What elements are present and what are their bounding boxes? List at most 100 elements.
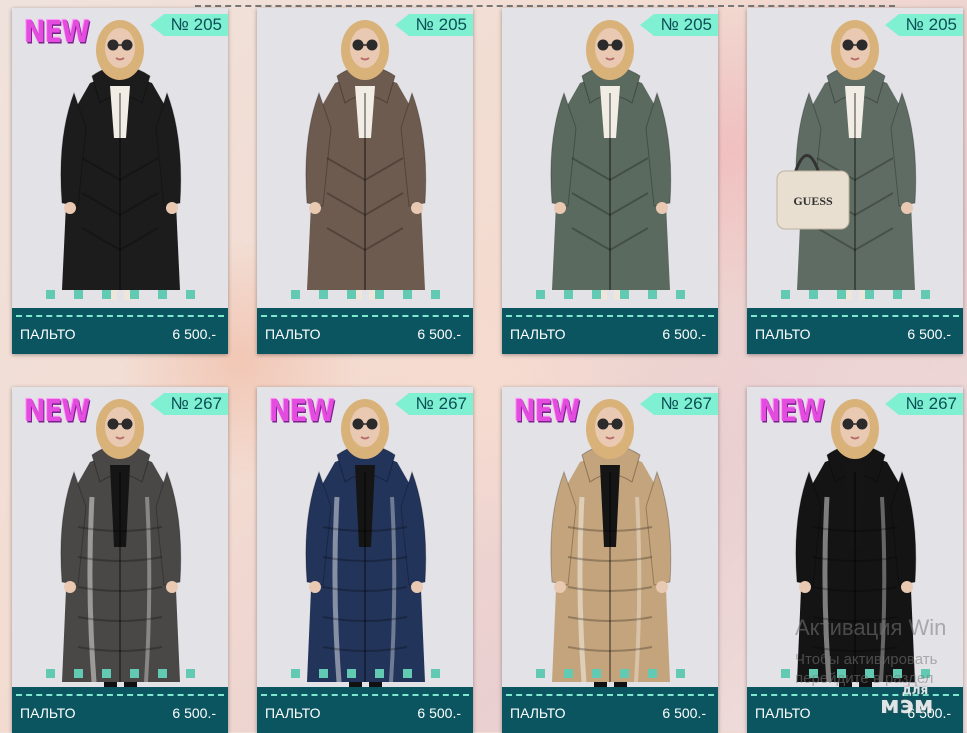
carousel-dot[interactable] <box>920 290 930 299</box>
carousel-dots <box>502 290 718 300</box>
carousel-dot[interactable] <box>675 290 685 299</box>
product-footer: ПАЛЬТО 6 500.- <box>12 687 228 733</box>
site-logo: для мэм <box>880 683 933 719</box>
new-badge: NEW <box>759 394 825 430</box>
carousel-dot[interactable] <box>346 290 356 299</box>
carousel-dot[interactable] <box>563 290 573 299</box>
model-number-badge: № 205 <box>395 14 473 36</box>
product-footer: ПАЛЬТО 6 500.- <box>12 308 228 354</box>
product-footer: ПАЛЬТО 6 500.- <box>257 687 473 733</box>
product-price: 6 500.- <box>417 705 461 721</box>
carousel-dots <box>12 669 228 679</box>
new-badge: NEW <box>514 394 580 430</box>
carousel-dot[interactable] <box>73 290 83 299</box>
carousel-dot[interactable] <box>647 669 657 678</box>
footer-dashed-line <box>16 315 224 317</box>
product-photo-svg <box>502 8 718 308</box>
carousel-dot[interactable] <box>430 669 440 678</box>
product-footer: ПАЛЬТО 6 500.- <box>257 308 473 354</box>
carousel-dot[interactable] <box>290 290 300 299</box>
footer-dashed-line <box>261 315 469 317</box>
product-card[interactable]: № 205 ПАЛЬТО 6 500.- <box>502 8 718 354</box>
carousel-dot[interactable] <box>185 290 195 299</box>
carousel-dots <box>257 290 473 300</box>
carousel-dot[interactable] <box>836 290 846 299</box>
carousel-dot[interactable] <box>430 290 440 299</box>
product-card[interactable]: NEW № 205 ПАЛЬТО 6 500.- <box>12 8 228 354</box>
carousel-dot[interactable] <box>591 669 601 678</box>
carousel-dot[interactable] <box>101 290 111 299</box>
carousel-dot[interactable] <box>318 669 328 678</box>
model-number-badge: № 267 <box>640 393 718 415</box>
product-photo[interactable] <box>747 387 963 687</box>
product-footer: ПАЛЬТО 6 500.- <box>502 687 718 733</box>
product-card[interactable]: GUESS № 205 ПАЛЬТО 6 500.- <box>747 8 963 354</box>
product-name: ПАЛЬТО <box>265 326 321 342</box>
product-photo[interactable] <box>502 8 718 308</box>
carousel-dot[interactable] <box>535 669 545 678</box>
new-badge: NEW <box>24 394 90 430</box>
product-price: 6 500.- <box>417 326 461 342</box>
carousel-dot[interactable] <box>619 669 629 678</box>
product-price: 6 500.- <box>662 705 706 721</box>
carousel-dot[interactable] <box>45 669 55 678</box>
carousel-dot[interactable] <box>129 669 139 678</box>
carousel-dot[interactable] <box>185 669 195 678</box>
model-number-badge: № 205 <box>640 14 718 36</box>
product-card[interactable]: NEW № 267 ПАЛЬТО 6 500.- <box>502 387 718 733</box>
new-badge: NEW <box>24 15 90 51</box>
activation-watermark-title: Активация Win <box>795 615 947 640</box>
new-badge: NEW <box>269 394 335 430</box>
carousel-dot[interactable] <box>402 669 412 678</box>
carousel-dot[interactable] <box>73 669 83 678</box>
carousel-dot[interactable] <box>892 290 902 299</box>
product-photo-svg <box>747 387 963 687</box>
carousel-dots <box>12 290 228 300</box>
carousel-dot[interactable] <box>808 290 818 299</box>
footer-dashed-line <box>261 694 469 696</box>
product-photo[interactable]: GUESS <box>747 8 963 308</box>
carousel-dot[interactable] <box>374 290 384 299</box>
product-name: ПАЛЬТО <box>510 326 566 342</box>
carousel-dot[interactable] <box>647 290 657 299</box>
product-card[interactable]: № 205 ПАЛЬТО 6 500.- <box>257 8 473 354</box>
carousel-dot[interactable] <box>318 290 328 299</box>
product-photo-svg: GUESS <box>747 8 963 308</box>
carousel-dot[interactable] <box>402 290 412 299</box>
product-name: ПАЛЬТО <box>20 705 76 721</box>
model-number-badge: № 267 <box>885 393 963 415</box>
product-card[interactable]: NEW № 267 ПАЛЬТО 6 500.- <box>12 387 228 733</box>
carousel-dot[interactable] <box>157 669 167 678</box>
product-price: 6 500.- <box>172 705 216 721</box>
product-card[interactable]: NEW № 267 ПАЛЬТО 6 500.- <box>257 387 473 733</box>
footer-dashed-line <box>751 315 959 317</box>
product-name: ПАЛЬТО <box>510 705 566 721</box>
product-photo[interactable] <box>12 387 228 687</box>
carousel-dot[interactable] <box>780 290 790 299</box>
carousel-dot[interactable] <box>290 669 300 678</box>
carousel-dot[interactable] <box>563 669 573 678</box>
carousel-dot[interactable] <box>374 669 384 678</box>
product-photo[interactable] <box>502 387 718 687</box>
model-number-badge: № 205 <box>885 14 963 36</box>
product-name: ПАЛЬТО <box>755 705 811 721</box>
carousel-dot[interactable] <box>780 669 790 678</box>
product-photo[interactable] <box>12 8 228 308</box>
carousel-dots <box>502 669 718 679</box>
carousel-dot[interactable] <box>45 290 55 299</box>
top-dashed-divider <box>195 0 895 7</box>
carousel-dot[interactable] <box>157 290 167 299</box>
carousel-dot[interactable] <box>346 669 356 678</box>
product-photo-svg <box>502 387 718 687</box>
carousel-dots <box>257 669 473 679</box>
product-photo[interactable] <box>257 8 473 308</box>
carousel-dot[interactable] <box>864 290 874 299</box>
carousel-dot[interactable] <box>619 290 629 299</box>
product-photo[interactable] <box>257 387 473 687</box>
handbag-brand: GUESS <box>793 194 833 208</box>
carousel-dot[interactable] <box>675 669 685 678</box>
carousel-dot[interactable] <box>101 669 111 678</box>
carousel-dot[interactable] <box>535 290 545 299</box>
carousel-dot[interactable] <box>129 290 139 299</box>
carousel-dot[interactable] <box>591 290 601 299</box>
